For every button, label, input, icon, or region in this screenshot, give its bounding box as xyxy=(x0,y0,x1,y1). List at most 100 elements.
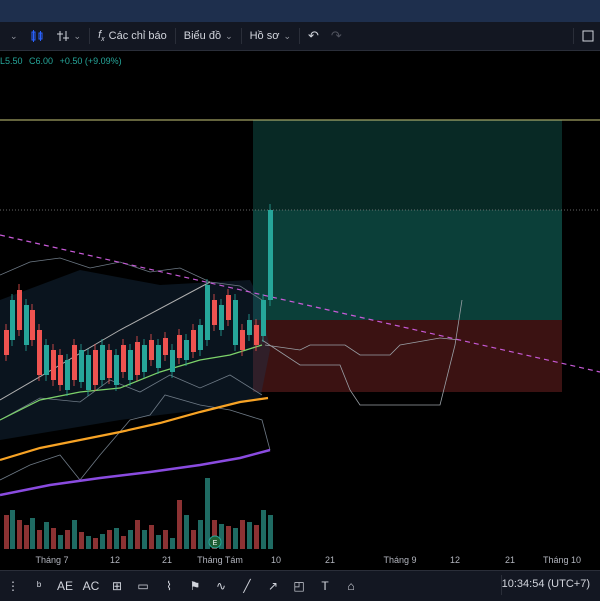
time-axis-label: 10 xyxy=(270,555,282,565)
candle-body xyxy=(212,300,217,325)
candle-body xyxy=(226,295,231,320)
price-chart[interactable]: E xyxy=(0,51,600,549)
candle-body xyxy=(149,340,154,360)
candle-body xyxy=(72,345,77,380)
redo-icon[interactable]: ↷ xyxy=(325,22,348,50)
candle-body xyxy=(10,300,15,340)
indicators-button[interactable]: fx Các chỉ báo xyxy=(92,22,173,50)
candle-body xyxy=(184,340,189,360)
volume-bar xyxy=(100,534,105,549)
chart-menu-button[interactable]: Biểu đồ ⌄ xyxy=(178,22,239,50)
volume-bar xyxy=(177,500,182,549)
separator xyxy=(299,28,300,44)
dots-icon[interactable]: ⋮ xyxy=(0,571,26,601)
volume-bar xyxy=(37,530,42,549)
ohlc-close: C6.00 xyxy=(29,56,54,66)
candle-body xyxy=(58,355,63,385)
purple-ma xyxy=(0,448,271,497)
volume-bar xyxy=(149,525,154,549)
candle-body xyxy=(100,345,105,380)
time-axis-label: Tháng Tám xyxy=(197,555,243,565)
separator xyxy=(573,28,574,44)
time-axis-label: 21 xyxy=(504,555,516,565)
volume-bar xyxy=(247,522,252,549)
candle-body xyxy=(86,355,91,390)
candle-body xyxy=(177,335,182,358)
text-tool-icon[interactable]: T xyxy=(312,571,338,601)
undo-icon[interactable]: ↶ xyxy=(302,22,325,50)
candle-body xyxy=(142,345,147,372)
candles-icon[interactable] xyxy=(24,22,50,50)
volume-bar xyxy=(128,530,133,549)
compare-icon[interactable]: ⌄ xyxy=(50,22,88,50)
chat-icon[interactable]: ◰ xyxy=(286,571,312,601)
separator xyxy=(240,28,242,44)
abc-icon[interactable]: ᵇ xyxy=(26,571,52,601)
candle-body xyxy=(268,210,273,300)
clock-readout: 10:34:54 (UTC+7) xyxy=(501,578,590,590)
volume-bar xyxy=(51,528,56,549)
candle-body xyxy=(240,330,245,350)
flag-icon[interactable]: ⚑ xyxy=(182,571,208,601)
volume-bar xyxy=(17,520,22,549)
volume-bar xyxy=(10,510,15,549)
volume-bar xyxy=(240,520,245,549)
volume-bar xyxy=(44,522,49,549)
candle-body xyxy=(4,330,9,355)
candle-body xyxy=(219,305,224,330)
layout-icon[interactable] xyxy=(576,22,600,50)
earnings-label: E xyxy=(213,540,218,547)
ohlc-legend: L5.50 C6.00 +0.50 (+9.09%) xyxy=(0,56,126,66)
candle-body xyxy=(135,342,140,375)
arrow-icon[interactable]: ↗ xyxy=(260,571,286,601)
line-icon[interactable]: ╱ xyxy=(234,571,260,601)
volume-bar xyxy=(156,535,161,549)
ac-icon[interactable]: AC xyxy=(78,571,104,601)
separator xyxy=(89,28,91,44)
time-axis-label: 12 xyxy=(449,555,461,565)
candle-body xyxy=(156,345,161,368)
grid-icon[interactable]: ⊞ xyxy=(104,571,130,601)
candle-body xyxy=(163,338,168,355)
candle-body xyxy=(205,285,210,340)
home-icon[interactable]: ⌂ xyxy=(338,571,364,601)
candle-body xyxy=(44,345,49,375)
volume-bar xyxy=(30,518,35,549)
ohlc-change: +0.50 (+9.09%) xyxy=(59,56,122,66)
volume-bar xyxy=(4,515,9,549)
candle-body xyxy=(93,350,98,385)
volume-bar xyxy=(163,530,168,549)
separator xyxy=(174,28,176,44)
candle-body xyxy=(37,330,42,375)
candle-body xyxy=(121,345,126,372)
volume-bar xyxy=(114,528,119,549)
volume-bar xyxy=(79,532,84,549)
chart-toolbar: ⌄ ⌄ fx Các chỉ báo Biểu đồ ⌄ Hồ sơ ⌄ ↶ ↷ xyxy=(0,22,600,51)
volume-bar xyxy=(58,535,63,549)
candle-body xyxy=(17,290,22,330)
candle-body xyxy=(51,350,56,380)
callout-icon[interactable]: ▭ xyxy=(130,571,156,601)
volume-bar xyxy=(198,520,203,549)
brush-icon[interactable]: ⌇ xyxy=(156,571,182,601)
time-axis-label: Tháng 9 xyxy=(383,555,417,565)
candle-body xyxy=(79,350,84,382)
chevron-down-icon: ⌄ xyxy=(283,30,291,41)
time-axis-label: 21 xyxy=(324,555,336,565)
time-axis-label: 12 xyxy=(109,555,121,565)
profile-menu-button[interactable]: Hồ sơ ⌄ xyxy=(244,22,297,50)
time-axis-label: Tháng 7 xyxy=(35,555,69,565)
volume-bar xyxy=(135,520,140,549)
top-bar xyxy=(0,0,600,22)
volume-bar xyxy=(86,536,91,549)
ohlc-low: L5.50 xyxy=(0,56,23,66)
ae-icon[interactable]: AE xyxy=(52,571,78,601)
volume-bar xyxy=(142,530,147,549)
volume-bar xyxy=(254,525,259,549)
candle-body xyxy=(65,360,70,390)
curve-icon[interactable]: ∿ xyxy=(208,571,234,601)
volume-bar xyxy=(184,515,189,549)
loss-zone xyxy=(253,320,562,392)
volume-bar xyxy=(226,526,231,549)
chevron-down-icon[interactable]: ⌄ xyxy=(0,22,24,50)
